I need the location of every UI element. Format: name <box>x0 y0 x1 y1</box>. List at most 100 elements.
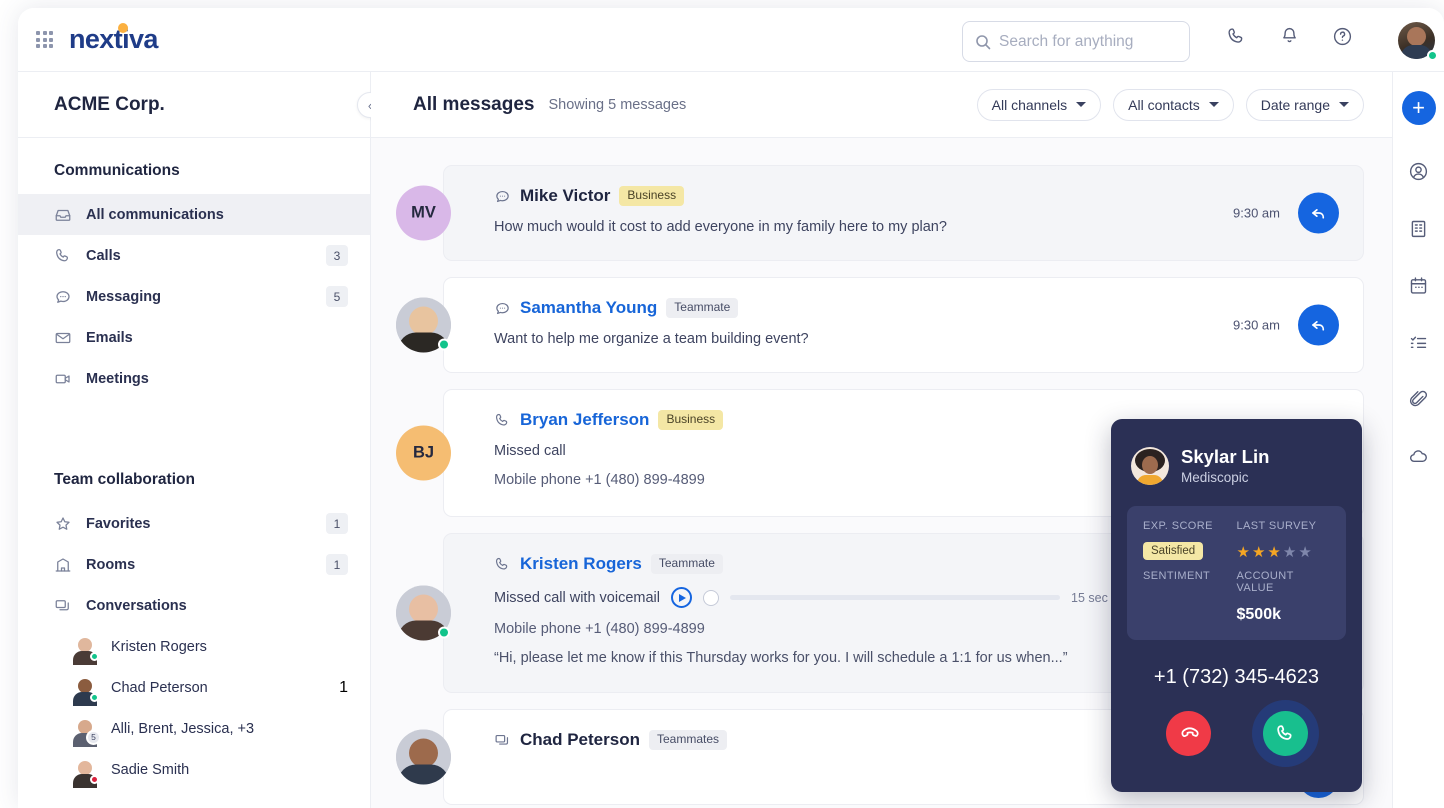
contact-header: Skylar Lin Mediscopic <box>1111 419 1362 485</box>
user-status-dot <box>1427 50 1438 61</box>
chevron-down-icon <box>1208 102 1219 107</box>
search-icon <box>976 34 991 49</box>
sidebar-item-label: Meetings <box>86 370 149 387</box>
sidebar-item-calls[interactable]: Calls 3 <box>18 235 370 276</box>
last-survey-label: LAST SURVEY <box>1236 520 1317 532</box>
conversation-sadie-smith[interactable]: Sadie Smith <box>18 749 370 790</box>
page-title: All messages <box>413 93 535 115</box>
avatar: BJ <box>396 425 451 481</box>
avatar-initials: MV <box>411 203 436 222</box>
filter-all-channels[interactable]: All channels <box>976 88 1102 121</box>
incoming-call-card[interactable]: Skylar Lin Mediscopic EXP. SCORE LAST SU… <box>1111 419 1362 792</box>
filter-all-contacts[interactable]: All contacts <box>1113 88 1234 121</box>
phone-answer-icon[interactable] <box>1262 711 1308 756</box>
sidebar-item-badge: 1 <box>326 554 348 575</box>
phone-icon[interactable] <box>1226 26 1247 52</box>
avatar <box>396 297 451 353</box>
star-icon: ★ <box>1298 544 1312 561</box>
voicemail-track[interactable] <box>730 595 1060 600</box>
conversation-kristen-rogers[interactable]: Kristen Rogers <box>18 626 370 667</box>
filter-group: All channels All contacts Date range <box>976 88 1364 121</box>
paperclip-icon[interactable] <box>1408 389 1429 415</box>
sender-name[interactable]: Chad Peterson <box>520 730 640 750</box>
status-dot <box>90 692 99 702</box>
sidebar-item-rooms[interactable]: Rooms 1 <box>18 544 370 585</box>
call-actions <box>1111 711 1362 756</box>
status-dot <box>438 338 450 351</box>
exp-score-label: EXP. SCORE <box>1143 520 1213 532</box>
account-value-label: ACCOUNT VALUE <box>1236 570 1294 594</box>
avatar: MV <box>396 185 451 241</box>
sender-name[interactable]: Kristen Rogers <box>520 554 642 574</box>
sender-name[interactable]: Samantha Young <box>520 298 657 318</box>
voicemail-scrubber[interactable] <box>703 589 719 606</box>
message-preview: How much would it cost to add everyone i… <box>494 219 947 235</box>
status-dot <box>90 774 99 784</box>
avatar-face <box>1407 27 1426 46</box>
sidebar-item-label: All communications <box>86 206 224 223</box>
sidebar-item-meetings[interactable]: Meetings <box>18 358 370 399</box>
message-card[interactable]: Samantha Young Teammate Want to help me … <box>396 277 1364 373</box>
contact-name: Skylar Lin <box>1181 446 1270 467</box>
filter-label: All channels <box>991 96 1068 113</box>
star-rating: ★ ★ ★ ★ ★ <box>1237 543 1331 561</box>
timestamp: 9:30 am <box>1233 317 1280 333</box>
sidebar-item-label: Conversations <box>86 597 187 614</box>
avatar <box>72 675 99 706</box>
avatar <box>72 757 99 788</box>
message-card[interactable]: MV Mike Victor Business How much would i… <box>396 165 1364 261</box>
contact-company: Mediscopic <box>1181 470 1249 485</box>
sidebar-item-label: Rooms <box>86 556 136 573</box>
avatar-group: 5 <box>72 716 101 747</box>
conversation-label: Chad Peterson <box>111 679 208 696</box>
building-icon[interactable] <box>1408 218 1429 244</box>
org-header: ACME Corp. ‹ <box>18 72 383 138</box>
bell-icon[interactable] <box>1279 26 1300 52</box>
star-icon: ★ <box>1251 544 1266 561</box>
search-box[interactable] <box>962 21 1190 62</box>
play-icon[interactable] <box>671 587 692 608</box>
conversation-label: Alli, Brent, Jessica, +3 <box>111 720 255 737</box>
sidebar-item-favorites[interactable]: Favorites 1 <box>18 503 370 544</box>
filter-date-range[interactable]: Date range <box>1245 88 1364 121</box>
reply-button[interactable] <box>1298 304 1339 346</box>
sender-name[interactable]: Mike Victor <box>520 186 610 206</box>
sender-name[interactable]: Bryan Jefferson <box>520 410 649 430</box>
reply-button[interactable] <box>1298 192 1339 234</box>
results-count: Showing 5 messages <box>548 96 687 113</box>
sidebar-item-conversations[interactable]: Conversations <box>18 585 370 626</box>
search-input[interactable] <box>999 32 1169 51</box>
app-window: nextiva Search for anything ACME Corp. ‹… <box>18 8 1444 808</box>
sidebar-item-badge: 5 <box>326 286 348 307</box>
sidebar-item-emails[interactable]: Emails <box>18 317 370 358</box>
star-icon: ★ <box>1267 544 1281 561</box>
contact-type-badge: Business <box>658 410 724 430</box>
sidebar-item-badge: 3 <box>326 245 348 266</box>
calendar-icon[interactable] <box>1408 275 1429 301</box>
message-header: Samantha Young Teammate <box>494 298 1339 318</box>
filter-label: All contacts <box>1128 96 1200 113</box>
section-title-team-collaboration: Team collaboration <box>54 471 195 488</box>
checklist-icon[interactable] <box>1408 332 1429 358</box>
cloud-icon[interactable] <box>1408 446 1429 472</box>
phone-hangup-icon[interactable] <box>1165 711 1211 756</box>
sidebar-item-all-communications[interactable]: All communications <box>18 194 370 235</box>
message-header: Mike Victor Business <box>494 186 1339 206</box>
contact-icon[interactable] <box>1408 161 1429 187</box>
conversation-chad-peterson[interactable]: Chad Peterson 1 <box>18 667 370 708</box>
exp-score-badge: Satisfied <box>1143 542 1204 560</box>
sidebar-item-messaging[interactable]: Messaging 5 <box>18 276 370 317</box>
add-button[interactable]: + <box>1401 91 1436 125</box>
nextiva-logo[interactable]: nextiva <box>69 23 158 55</box>
conversation-label: Kristen Rogers <box>111 638 207 655</box>
apps-grid-icon[interactable] <box>36 31 53 48</box>
filter-label: Date range <box>1260 96 1330 113</box>
phone-icon <box>54 247 74 265</box>
chat-bubble-icon <box>494 300 511 317</box>
conversation-group[interactable]: 5 Alli, Brent, Jessica, +3 <box>18 708 370 749</box>
help-circle-icon[interactable] <box>1332 26 1353 52</box>
chevron-down-icon <box>1339 102 1349 107</box>
avatar-initials: BJ <box>412 443 435 462</box>
status-dot <box>438 626 450 639</box>
org-name: ACME Corp. <box>54 93 165 115</box>
